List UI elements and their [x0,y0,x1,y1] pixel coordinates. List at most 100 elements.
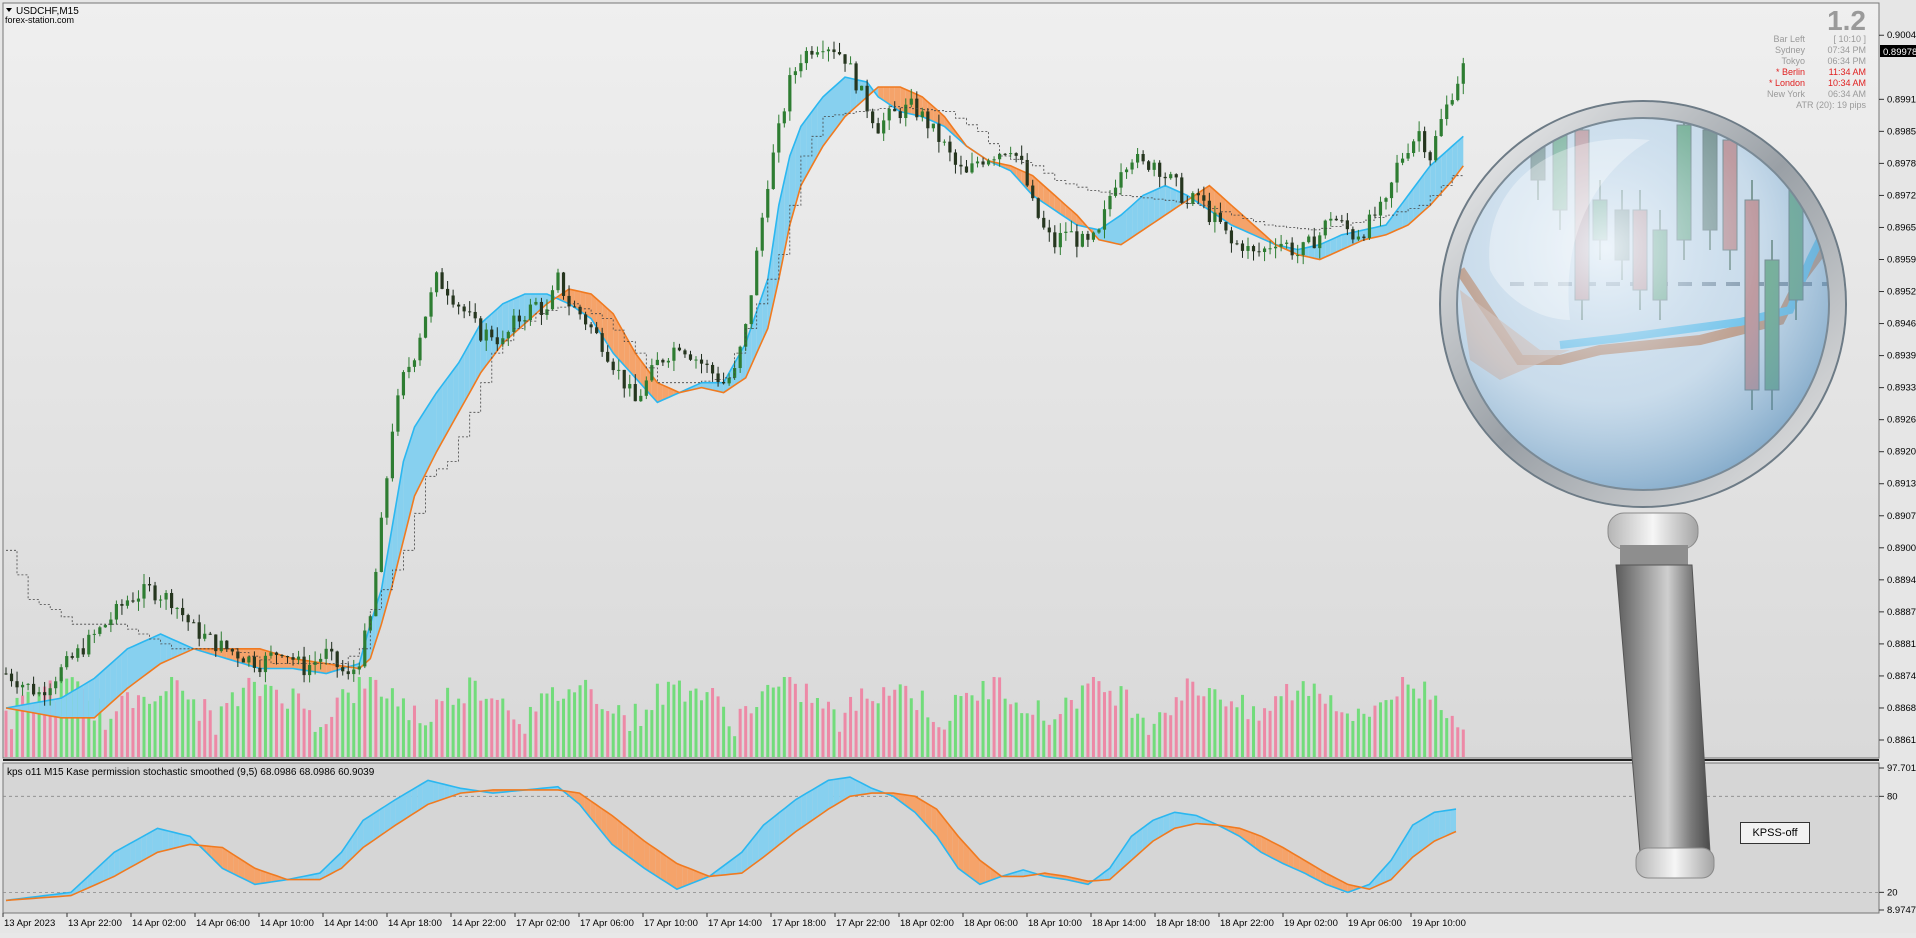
volume-bar [849,696,853,757]
volume-bar [446,687,450,757]
candle-body [136,598,141,602]
band-fill-segment [144,639,150,676]
candle-body [1329,218,1333,221]
stoch-fill-segment [655,848,661,879]
time-tick-label: 14 Apr 06:00 [196,918,250,929]
candle-body [26,683,30,685]
indicator-tick-label: 80 [1887,791,1898,802]
volume-bar [716,696,720,757]
volume-bar [655,683,659,757]
candle-body [225,640,229,649]
candle-body [959,164,963,167]
volume-bar [517,724,521,757]
volume-bar [909,698,913,757]
volume-bar [1290,700,1294,757]
band-fill-segment [320,662,327,674]
band-fill-segment [1132,200,1138,238]
candle-body [241,658,245,663]
volume-bar [280,703,284,757]
price-tick-label: 0.89135 [1887,479,1916,490]
volume-bar [854,710,858,757]
candle-body [158,599,163,601]
info-row-label: Bar Left [1773,34,1805,44]
indicator-tick-label: 97.7014 [1887,763,1916,774]
price-tick-label: 0.89330 [1887,383,1916,394]
stoch-fill-segment [379,806,385,837]
volume-bar [374,679,378,757]
candle-body [1262,248,1267,253]
volume-bar [832,709,836,757]
volume-bar [1445,718,1449,757]
chart-canvas[interactable]: 0.90045 0.89915 0.89850 0.89785 0.89720 0.896… [0,0,1916,933]
candle-body [247,656,251,663]
info-row-value: 07:34 PM [1827,45,1866,55]
candle-body [1047,227,1051,233]
candle-body [981,161,985,165]
time-tick-label: 17 Apr 10:00 [644,918,698,929]
stoch-fill-segment [428,780,434,805]
volume-bar [1180,700,1184,757]
volume-bar [1329,695,1333,757]
candle-body [539,301,544,315]
stoch-fill-segment [146,831,153,859]
volume-bar [1207,688,1211,757]
candle-body [1290,242,1294,256]
candle-body [716,373,720,382]
volume-bar [843,712,847,757]
candle-body [655,359,659,366]
volume-bar [622,715,626,757]
volume-bar [1196,695,1200,757]
volume-bar [379,696,383,757]
candle-body [926,111,930,129]
volume-bar [341,689,345,757]
candle-body [1064,231,1068,233]
volume-bar [1097,681,1101,757]
candle-body [1268,248,1272,250]
candle-body [1003,153,1007,155]
band-fill-segment [55,698,62,718]
candle-body [390,431,394,479]
candle-body [43,692,47,696]
candle-body [1229,230,1234,244]
price-tick-label: 0.89915 [1887,94,1916,105]
band-fill-segment [845,77,851,117]
band-fill-segment [414,418,420,496]
time-tick-label: 19 Apr 02:00 [1284,918,1338,929]
candle-body [633,384,637,402]
volume-bar [495,699,499,757]
volume-bar [219,706,223,757]
candle-body [937,123,941,142]
candle-body [986,160,991,165]
volume-bar [1191,681,1195,757]
volume-bar [214,734,218,757]
stoch-fill-segment [671,859,677,890]
candle-body [1406,153,1410,159]
volume-bar [1229,701,1233,757]
volume-bar [1268,710,1272,757]
band-fill-segment [1148,190,1155,227]
volume-bar [964,692,968,757]
volume-bar [860,688,864,757]
band-fill-segment [83,681,89,718]
stoch-fill-segment [612,815,618,849]
price-tick-label: 0.89460 [1887,319,1916,330]
candle-body [490,329,494,338]
volume-bar [1130,717,1134,757]
volume-bar [534,711,538,757]
candle-body [882,120,886,134]
band-fill-segment [823,91,829,147]
candle-body [1235,243,1239,245]
kpss-off-button[interactable]: KPSS-off [1740,822,1810,844]
volume-bar [661,704,665,757]
stoch-fill-segment [649,844,656,876]
info-row-label: ATR (20): 19 pips [1796,100,1866,110]
volume-bar [562,698,566,757]
candle-body [964,166,969,173]
volume-bar [584,679,588,757]
candle-body [1119,172,1123,188]
volume-bar [230,692,234,757]
candle-body [1213,212,1217,223]
candle-body [1202,195,1206,201]
candle-body [611,361,615,371]
candle-body [595,327,599,334]
